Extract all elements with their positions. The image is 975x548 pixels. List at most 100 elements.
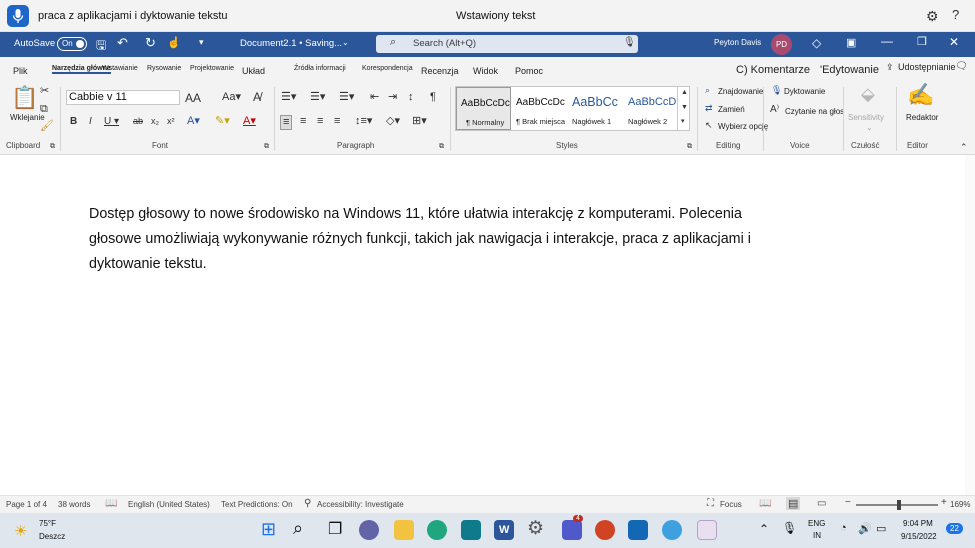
accessibility-status[interactable]: Accessibility: Investigate (317, 500, 404, 509)
autosave-toggle[interactable]: On (57, 37, 87, 51)
vertical-scrollbar[interactable] (965, 155, 975, 495)
customize-toolbar-icon[interactable]: ▾ (199, 37, 204, 48)
replace-icon[interactable]: ⇄ (705, 104, 713, 113)
editor-button[interactable]: Redaktor (906, 113, 938, 122)
voice-mic-button[interactable] (7, 5, 29, 27)
task-view-icon[interactable]: ❐ (328, 519, 342, 539)
text-effects-icon[interactable]: A▾ (187, 116, 200, 127)
language-bottom[interactable]: IN (813, 531, 821, 540)
tab-references[interactable]: Źródła informacji (294, 65, 346, 72)
tab-help[interactable]: Pomoc (515, 66, 543, 76)
web-layout-icon[interactable]: ▭ (817, 498, 826, 509)
line-spacing-icon[interactable]: ↕≡▾ (355, 116, 372, 127)
bold-icon[interactable]: B (70, 117, 77, 127)
font-color-icon[interactable]: A▾ (243, 116, 256, 127)
language[interactable]: English (United States) (128, 500, 210, 509)
select-button[interactable]: Wybierz opcję (718, 122, 768, 131)
sort-icon[interactable]: ↕ (408, 92, 414, 103)
zoom-in-icon[interactable]: + (941, 497, 947, 508)
dictate-search-icon[interactable]: 🎙 (623, 37, 636, 48)
chevron-down-icon[interactable]: ⌄ (342, 38, 349, 47)
people-icon[interactable] (662, 520, 682, 540)
decrease-indent-icon[interactable]: ⇤ (370, 92, 379, 103)
align-left-icon[interactable]: ≡ (280, 115, 293, 130)
format-painter-icon[interactable]: 🖌 (40, 121, 54, 132)
notification-badge[interactable]: 22 (946, 523, 963, 534)
language-top[interactable]: ENG (808, 519, 825, 528)
text-predictions[interactable]: Text Predictions: On (221, 500, 293, 509)
weather-temp[interactable]: 75°F (39, 519, 56, 528)
battery-icon[interactable]: ▭ (876, 522, 886, 535)
underline-icon[interactable]: U ▾ (104, 117, 119, 127)
gear-icon[interactable]: ⚙ (926, 8, 939, 25)
teams-icon[interactable]: 4 (562, 515, 583, 540)
chevron-down-icon[interactable]: ⌄ (866, 124, 873, 132)
align-center-icon[interactable]: ≡ (300, 116, 306, 127)
bullets-icon[interactable]: ☰▾ (281, 92, 296, 103)
change-case-icon[interactable]: Aa▾ (222, 92, 241, 103)
style-heading-2[interactable]: AaBbCcD Nagłówek 2 (624, 87, 676, 130)
chevron-down-icon[interactable]: ▼ (681, 104, 688, 111)
find-icon[interactable]: ⌕ (705, 86, 710, 95)
zoom-out-icon[interactable]: − (845, 497, 851, 508)
sensitivity-icon[interactable]: ⬙ (861, 85, 875, 103)
save-icon[interactable]: 🖫 (96, 36, 106, 57)
chevron-up-icon[interactable]: ▲ (681, 89, 688, 96)
dictate-icon[interactable]: 🎙 (771, 86, 782, 95)
paste-icon[interactable]: 📋 (11, 87, 38, 109)
tab-draw[interactable]: Rysowanie (147, 65, 181, 72)
editing-mode-button[interactable]: 'Edytowanie (820, 64, 879, 76)
diamond-icon[interactable]: ◇ (812, 36, 821, 50)
ribbon-display-icon[interactable]: ▣ (846, 36, 856, 49)
weather-icon[interactable]: ☀ (14, 522, 27, 540)
read-aloud-button[interactable]: Czytanie na głos (785, 107, 844, 116)
borders-icon[interactable]: ⊞▾ (412, 116, 427, 127)
dictate-button[interactable]: Dyktowanie (784, 87, 825, 96)
select-icon[interactable]: ↖ (705, 121, 713, 130)
sensitivity-button[interactable]: Sensitivity (848, 113, 884, 122)
italic-icon[interactable]: I (89, 117, 92, 127)
tab-review[interactable]: Recenzja (421, 66, 459, 76)
touch-mode-icon[interactable]: ☝ (167, 36, 181, 49)
avatar[interactable]: PD (771, 34, 792, 55)
comments-button[interactable]: C) Komentarze (736, 64, 810, 76)
replace-button[interactable]: Zamień (718, 105, 745, 114)
justify-icon[interactable]: ≡ (334, 116, 340, 127)
voice-access-app-icon[interactable] (697, 520, 717, 540)
file-explorer-icon[interactable] (394, 520, 414, 540)
chat-icon[interactable] (359, 520, 379, 540)
superscript-icon[interactable]: x² (167, 117, 175, 126)
clock-time[interactable]: 9:04 PM (903, 519, 933, 528)
grow-font-icon[interactable]: AA (185, 92, 201, 104)
shading-icon[interactable]: ◇▾ (386, 116, 400, 127)
styles-scroll[interactable]: ▲ ▼ ▾ (677, 87, 690, 130)
help-icon[interactable]: ? (952, 7, 959, 22)
show-marks-icon[interactable]: ¶ (430, 92, 436, 103)
more-styles-icon[interactable]: ▾ (681, 118, 685, 125)
chevron-up-icon[interactable]: ⌃ (759, 522, 769, 536)
copy-icon[interactable]: ⧉ (40, 104, 48, 115)
page-count[interactable]: Page 1 of 4 (6, 500, 47, 509)
edge-icon[interactable] (427, 520, 447, 540)
proofing-icon[interactable]: 📖 (105, 498, 117, 509)
highlight-icon[interactable]: ✎▾ (215, 116, 230, 127)
find-button[interactable]: Znajdowanie (718, 87, 763, 96)
mail-icon[interactable] (628, 520, 648, 540)
style-normal[interactable]: AaBbCcDc ¶ Normalny (456, 87, 511, 130)
increase-indent-icon[interactable]: ⇥ (388, 92, 397, 103)
redo-icon[interactable]: ↻ (145, 35, 156, 51)
weather-desc[interactable]: Deszcz (39, 532, 65, 541)
subscript-icon[interactable]: x₂ (151, 117, 159, 126)
font-name-field[interactable]: Cabbie v 11 (66, 90, 180, 105)
search-input[interactable]: ⌕ Search (Alt+Q) 🎙 (376, 35, 638, 53)
multilevel-list-icon[interactable]: ☰▾ (339, 92, 354, 103)
numbering-icon[interactable]: ☰▾ (310, 92, 325, 103)
document-canvas[interactable]: Dostęp głosowy to nowe środowisko na Win… (0, 155, 965, 495)
focus-button[interactable]: Focus (720, 500, 742, 509)
volume-icon[interactable]: 🔊 (858, 522, 872, 535)
windows-start-icon[interactable]: ⊞ (261, 519, 276, 540)
zoom-level[interactable]: 169% (950, 500, 970, 509)
style-heading-1[interactable]: AaBbCc Nagłówek 1 (568, 87, 624, 130)
style-no-spacing[interactable]: AaBbCcDc ¶ Brak miejsca (512, 87, 568, 130)
user-name[interactable]: Peyton Davis (714, 38, 761, 47)
